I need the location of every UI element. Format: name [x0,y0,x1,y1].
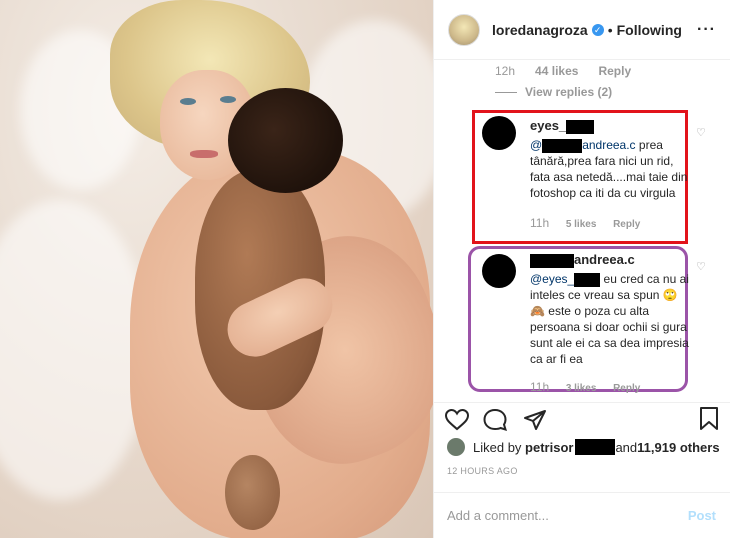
comment2-likes[interactable]: 3 likes [566,383,597,394]
comment1-avatar[interactable] [482,116,516,150]
comment1-likes[interactable]: 5 likes [566,219,597,230]
post-header: loredanagroza ✓ • Following ··· [434,0,730,60]
redacted-block [530,253,574,268]
prev-comment-reply[interactable]: Reply [598,64,631,78]
redacted-block [566,119,595,134]
comment2-text-2: este o poza cu alta persoana si doar och… [530,304,689,366]
likes-prefix: Liked by [473,439,522,455]
likes-suffix: and [615,439,638,455]
redacted-block [575,439,616,455]
post-timestamp[interactable]: 12 HOURS AGO [447,466,518,476]
comment1-reply[interactable]: Reply [613,219,640,230]
view-replies-link[interactable]: View replies (2) [495,85,612,99]
comment1-heart-icon[interactable]: ♡ [696,126,706,139]
view-replies-label[interactable]: View replies (2) [525,85,612,99]
prev-comment-meta: 12h 44 likes Reply [495,64,631,78]
prev-comment-likes[interactable]: 44 likes [535,64,578,78]
bookmark-icon[interactable] [699,407,719,431]
comment2-heart-icon[interactable]: ♡ [696,260,706,273]
redacted-block [542,138,583,153]
add-comment-input[interactable]: Add a comment... [447,508,549,523]
action-bar [433,402,730,438]
following-button[interactable]: Following [617,22,682,38]
comment2-reply[interactable]: Reply [613,383,640,394]
post-username[interactable]: loredanagroza [492,22,588,38]
likes-summary: Liked by petrisor and 11,919 others [447,438,720,456]
heart-icon[interactable] [445,409,469,431]
comment2-avatar[interactable] [482,254,516,288]
liker-username[interactable]: petrisor [525,440,573,455]
separator-dot: • [607,21,613,38]
prev-comment-time: 12h [495,64,516,78]
comment1-meta: 11h 5 likes Reply [530,215,690,233]
comment2-meta: 11h 3 likes Reply [530,379,690,397]
comment2: andreea.c @eyes_ eu cred ca nu ai intele… [530,252,690,397]
comment-icon[interactable] [483,409,507,431]
comment1: eyes_ @ andreea.c prea tânără,prea fara n… [530,118,690,233]
comment1-time: 11h [530,216,550,230]
comment2-time: 11h [530,380,550,394]
comment1-mention[interactable]: @ andreea.c [530,138,636,153]
comment1-mention-suffix[interactable]: andreea.c [582,138,635,152]
more-options-icon[interactable]: ··· [697,21,716,39]
avatar[interactable] [448,13,480,46]
verified-icon: ✓ [591,23,604,36]
likes-others-count[interactable]: 11,919 others [637,440,719,455]
comment2-user[interactable]: andreea.c [574,252,635,267]
comment2-mention[interactable]: @eyes_ [530,272,574,286]
add-comment-bar: Add a comment... Post [433,492,730,538]
redacted-block [574,272,601,287]
post-photo [0,0,433,538]
share-icon[interactable] [523,409,547,431]
comment1-user[interactable]: eyes_ [530,118,566,133]
post-comment-button[interactable]: Post [688,508,716,523]
liker-avatar[interactable] [447,438,465,456]
